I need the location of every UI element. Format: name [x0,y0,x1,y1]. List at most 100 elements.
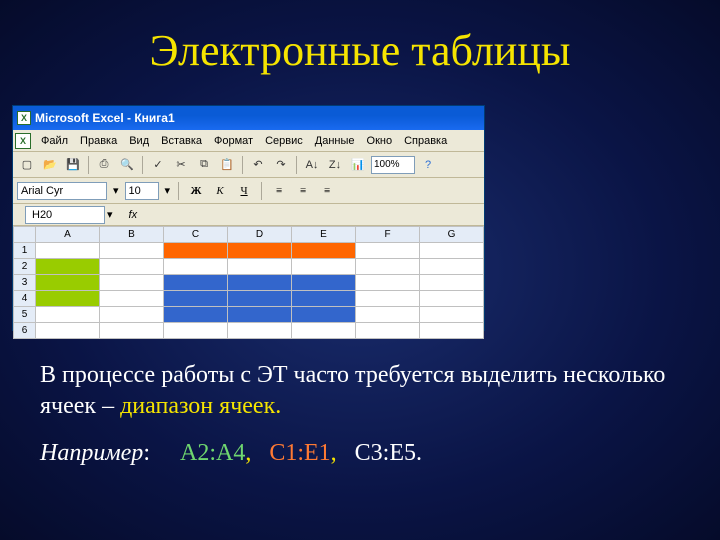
cell[interactable] [228,275,292,291]
col-header[interactable]: B [100,227,164,243]
row-header[interactable]: 3 [14,275,36,291]
copy-icon[interactable]: ⧉ [194,155,214,175]
excel-window: X Microsoft Excel - Книга1 X Файл Правка… [12,105,485,331]
row-header[interactable]: 4 [14,291,36,307]
cell[interactable] [356,259,420,275]
fx-label[interactable]: fx [129,209,138,221]
align-right-icon[interactable]: ≡ [318,182,336,200]
row-header[interactable]: 1 [14,243,36,259]
menu-window[interactable]: Окно [361,133,399,149]
cell[interactable] [36,243,100,259]
menu-insert[interactable]: Вставка [155,133,208,149]
sort-desc-icon[interactable]: Z↓ [325,155,345,175]
titlebar-text: Microsoft Excel - Книга1 [35,111,175,125]
cell[interactable] [420,259,484,275]
col-header[interactable]: D [228,227,292,243]
menu-edit[interactable]: Правка [74,133,123,149]
sort-asc-icon[interactable]: A↓ [302,155,322,175]
cell[interactable] [36,275,100,291]
cell[interactable] [228,307,292,323]
menu-data[interactable]: Данные [309,133,361,149]
cell[interactable] [292,275,356,291]
cell[interactable] [420,243,484,259]
chart-icon[interactable]: 📊 [348,155,368,175]
print-icon[interactable]: ⎙ [94,155,114,175]
cell[interactable] [100,323,164,339]
cell[interactable] [164,259,228,275]
open-icon[interactable]: 📂 [40,155,60,175]
align-center-icon[interactable]: ≡ [294,182,312,200]
cell[interactable] [36,323,100,339]
cell[interactable] [420,307,484,323]
cell[interactable] [164,307,228,323]
font-size-box[interactable]: 10 [125,182,159,200]
underline-button[interactable]: Ч [235,182,253,200]
range-example-2: C1:E1 [269,440,330,466]
col-header[interactable]: E [292,227,356,243]
dropdown-icon[interactable]: ▾ [107,208,113,221]
spellcheck-icon[interactable]: ✓ [148,155,168,175]
cell[interactable] [228,243,292,259]
paste-icon[interactable]: 📋 [217,155,237,175]
cell[interactable] [420,291,484,307]
undo-icon[interactable]: ↶ [248,155,268,175]
redo-icon[interactable]: ↷ [271,155,291,175]
col-header[interactable]: A [36,227,100,243]
cell[interactable] [292,291,356,307]
preview-icon[interactable]: 🔍 [117,155,137,175]
cell[interactable] [420,275,484,291]
cell[interactable] [164,291,228,307]
cell[interactable] [356,323,420,339]
name-box[interactable]: H20 [25,206,105,224]
cell[interactable] [100,307,164,323]
cell[interactable] [292,307,356,323]
cell[interactable] [100,291,164,307]
cell[interactable] [100,259,164,275]
cell[interactable] [164,243,228,259]
cell[interactable] [164,323,228,339]
row-header[interactable]: 5 [14,307,36,323]
cell[interactable] [36,307,100,323]
save-icon[interactable]: 💾 [63,155,83,175]
cell[interactable] [100,243,164,259]
font-name-box[interactable]: Arial Cyr [17,182,107,200]
cell[interactable] [36,291,100,307]
cell[interactable] [292,259,356,275]
cell[interactable] [356,307,420,323]
cell[interactable] [356,291,420,307]
cell[interactable] [228,291,292,307]
excel-doc-icon: X [15,133,31,149]
dropdown-icon[interactable]: ▾ [113,184,119,197]
menu-tools[interactable]: Сервис [259,133,309,149]
help-icon[interactable]: ? [418,155,438,175]
cell[interactable] [356,243,420,259]
menu-view[interactable]: Вид [123,133,155,149]
separator [88,156,89,174]
cell[interactable] [292,323,356,339]
cell[interactable] [356,275,420,291]
cell[interactable] [36,259,100,275]
worksheet-grid[interactable]: A B C D E F G 1 2 3 [13,226,484,339]
select-all-corner[interactable] [14,227,36,243]
col-header[interactable]: G [420,227,484,243]
cut-icon[interactable]: ✂ [171,155,191,175]
menu-file[interactable]: Файл [35,133,74,149]
cell[interactable] [100,275,164,291]
row-header[interactable]: 6 [14,323,36,339]
cell[interactable] [228,323,292,339]
new-icon[interactable]: ▢ [17,155,37,175]
cell[interactable] [228,259,292,275]
cell[interactable] [164,275,228,291]
menu-format[interactable]: Формат [208,133,259,149]
italic-button[interactable]: К [211,182,229,200]
menu-help[interactable]: Справка [398,133,453,149]
align-left-icon[interactable]: ≡ [270,182,288,200]
dropdown-icon[interactable]: ▾ [165,184,171,197]
cell[interactable] [292,243,356,259]
cell[interactable] [420,323,484,339]
row-header[interactable]: 2 [14,259,36,275]
zoom-box[interactable]: 100% [371,156,415,174]
col-header[interactable]: F [356,227,420,243]
bold-button[interactable]: Ж [187,182,205,200]
col-header[interactable]: C [164,227,228,243]
